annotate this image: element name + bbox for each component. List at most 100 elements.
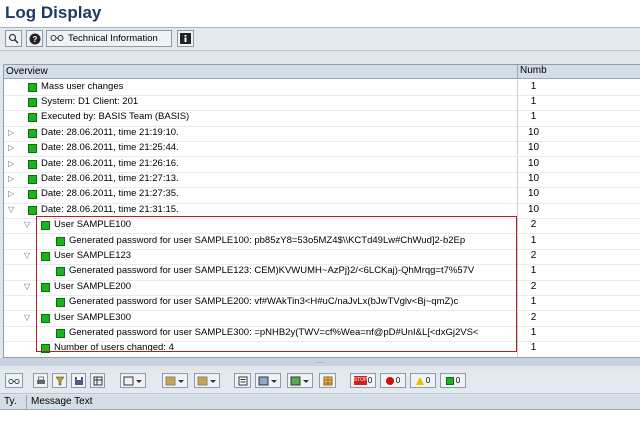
tree-header: Overview Numb bbox=[4, 65, 640, 79]
expand-closed-icon[interactable]: ▷ bbox=[8, 174, 14, 183]
tree-node-user[interactable]: ▽ User SAMPLE300 2 bbox=[4, 310, 640, 327]
log-tree: Overview Numb Mass user changes 1 System: … bbox=[3, 64, 640, 358]
tree-node-user[interactable]: ▽ User SAMPLE123 2 bbox=[4, 248, 640, 266]
views-dropdown-icon[interactable] bbox=[255, 373, 281, 388]
node-count: 2 bbox=[517, 218, 549, 234]
technical-information-button[interactable]: Technical Information bbox=[46, 30, 172, 47]
column-header-number[interactable]: Numb bbox=[517, 65, 549, 78]
success-filter-button[interactable]: 0 bbox=[440, 373, 466, 388]
expand-open-icon[interactable]: ▽ bbox=[24, 313, 30, 322]
tree-node[interactable]: System: D1 Client: 201 1 bbox=[4, 94, 640, 112]
node-text: Mass user changes bbox=[41, 80, 124, 92]
message-toolbar: STOP 0 0 0 0 bbox=[0, 370, 640, 394]
details-icon[interactable] bbox=[5, 373, 23, 388]
column-header-message-text[interactable]: Message Text bbox=[26, 395, 93, 409]
green-light-icon bbox=[445, 376, 454, 385]
grid-icon[interactable] bbox=[319, 373, 336, 388]
warning-icon bbox=[415, 376, 424, 385]
column-header-overview[interactable]: Overview bbox=[6, 66, 48, 77]
tree-node[interactable]: ▽ Date: 28.06.2011, time 21:31:15. 10 bbox=[4, 202, 640, 220]
error-count: 0 bbox=[395, 376, 401, 385]
tree-node[interactable]: Executed by: BASIS Team (BASIS) 1 bbox=[4, 110, 640, 127]
node-text: Generated password for user SAMPLE100: p… bbox=[69, 234, 466, 246]
find-icon[interactable] bbox=[5, 30, 22, 47]
svg-text:?: ? bbox=[32, 35, 37, 44]
node-text: Date: 28.06.2011, time 21:26:16. bbox=[41, 157, 179, 169]
help-icon[interactable]: ? bbox=[26, 30, 43, 47]
node-text: Executed by: BASIS Team (BASIS) bbox=[41, 111, 190, 123]
green-status-icon bbox=[56, 267, 65, 277]
message-table-body bbox=[0, 410, 640, 440]
export-dropdown-icon[interactable] bbox=[287, 373, 313, 388]
node-count: 2 bbox=[517, 279, 549, 296]
tree-node-password[interactable]: Generated password for user SAMPLE300: =… bbox=[4, 325, 640, 343]
green-status-icon bbox=[28, 113, 37, 123]
expand-open-icon[interactable]: ▽ bbox=[24, 282, 30, 291]
sort-filter-dropdown-icon[interactable] bbox=[120, 373, 146, 388]
expand-closed-icon[interactable]: ▷ bbox=[8, 143, 14, 152]
tree-node-password[interactable]: Generated password for user SAMPLE200: v… bbox=[4, 295, 640, 312]
layout-icon[interactable] bbox=[90, 373, 105, 388]
tree-node[interactable]: ▷ Date: 28.06.2011, time 21:27:13. 10 bbox=[4, 171, 640, 189]
node-text: Generated password for user SAMPLE300: =… bbox=[69, 326, 479, 338]
tree-node[interactable]: Mass user changes 1 bbox=[4, 79, 640, 96]
node-text: Date: 28.06.2011, time 21:31:15. bbox=[41, 203, 179, 215]
node-text: Date: 28.06.2011, time 21:27:35. bbox=[41, 188, 179, 200]
warning-count: 0 bbox=[425, 376, 431, 385]
title-bar: Log Display bbox=[0, 0, 640, 28]
tree-node[interactable]: ▷ Date: 28.06.2011, time 21:19:10. 10 bbox=[4, 125, 640, 143]
success-count: 0 bbox=[455, 376, 461, 385]
expand-closed-icon[interactable]: ▷ bbox=[8, 189, 14, 198]
node-count: 10 bbox=[517, 187, 549, 203]
column-header-type[interactable]: Ty. bbox=[4, 396, 17, 407]
warning-filter-button[interactable]: 0 bbox=[410, 373, 436, 388]
green-status-icon bbox=[28, 190, 37, 200]
save-icon[interactable] bbox=[71, 373, 86, 388]
green-status-icon bbox=[41, 221, 50, 231]
green-status-icon bbox=[28, 159, 37, 169]
tree-node[interactable]: ▷ Date: 28.06.2011, time 21:27:35. 10 bbox=[4, 187, 640, 204]
node-text: Generated password for user SAMPLE200: v… bbox=[69, 296, 459, 308]
node-text: User SAMPLE123 bbox=[54, 249, 132, 261]
node-text: Date: 28.06.2011, time 21:25:44. bbox=[41, 142, 179, 154]
message-table-header: Ty. Message Text bbox=[0, 395, 640, 410]
expand-open-icon[interactable]: ▽ bbox=[8, 205, 14, 214]
node-text: Number of users changed: 4 bbox=[54, 342, 174, 354]
node-text: User SAMPLE100 bbox=[54, 219, 132, 231]
node-text: Date: 28.06.2011, time 21:19:10. bbox=[41, 126, 179, 138]
filter-icon[interactable] bbox=[52, 373, 67, 388]
expand-open-icon[interactable]: ▽ bbox=[24, 220, 30, 229]
green-status-icon bbox=[56, 236, 65, 246]
node-count: 2 bbox=[517, 248, 549, 265]
green-status-icon bbox=[41, 251, 50, 261]
sum-dropdown-icon[interactable] bbox=[162, 373, 188, 388]
glasses-icon bbox=[50, 33, 64, 44]
green-status-icon bbox=[28, 82, 37, 92]
info-icon[interactable] bbox=[177, 30, 194, 47]
page-title: Log Display bbox=[5, 3, 102, 22]
tree-node-password[interactable]: Generated password for user SAMPLE123: C… bbox=[4, 264, 640, 281]
error-filter-button[interactable]: 0 bbox=[380, 373, 406, 388]
tree-node[interactable]: ▷ Date: 28.06.2011, time 21:26:16. 10 bbox=[4, 156, 640, 173]
stop-filter-button[interactable]: STOP 0 bbox=[350, 373, 376, 388]
node-count: 1 bbox=[517, 295, 549, 311]
expand-closed-icon[interactable]: ▷ bbox=[8, 159, 14, 168]
node-count: 1 bbox=[517, 341, 549, 357]
node-text: Generated password for user SAMPLE123: C… bbox=[69, 265, 475, 277]
tree-node-user[interactable]: ▽ User SAMPLE100 2 bbox=[4, 218, 640, 235]
node-count: 1 bbox=[517, 264, 549, 280]
tree-node-password[interactable]: Generated password for user SAMPLE100: p… bbox=[4, 233, 640, 250]
print-icon[interactable] bbox=[33, 373, 48, 388]
print-preview-icon[interactable] bbox=[234, 373, 251, 388]
tree-node[interactable]: Number of users changed: 4 1 bbox=[4, 341, 640, 357]
node-count: 2 bbox=[517, 310, 549, 326]
tree-node[interactable]: ▷ Date: 28.06.2011, time 21:25:44. 10 bbox=[4, 141, 640, 158]
pane-splitter[interactable]: ..... bbox=[0, 358, 640, 366]
node-text: User SAMPLE200 bbox=[54, 280, 132, 292]
expand-open-icon[interactable]: ▽ bbox=[24, 251, 30, 260]
subtotal-dropdown-icon[interactable] bbox=[194, 373, 220, 388]
node-count: 10 bbox=[517, 156, 549, 172]
tree-node-user[interactable]: ▽ User SAMPLE200 2 bbox=[4, 279, 640, 297]
expand-closed-icon[interactable]: ▷ bbox=[8, 128, 14, 137]
green-status-icon bbox=[41, 282, 50, 292]
